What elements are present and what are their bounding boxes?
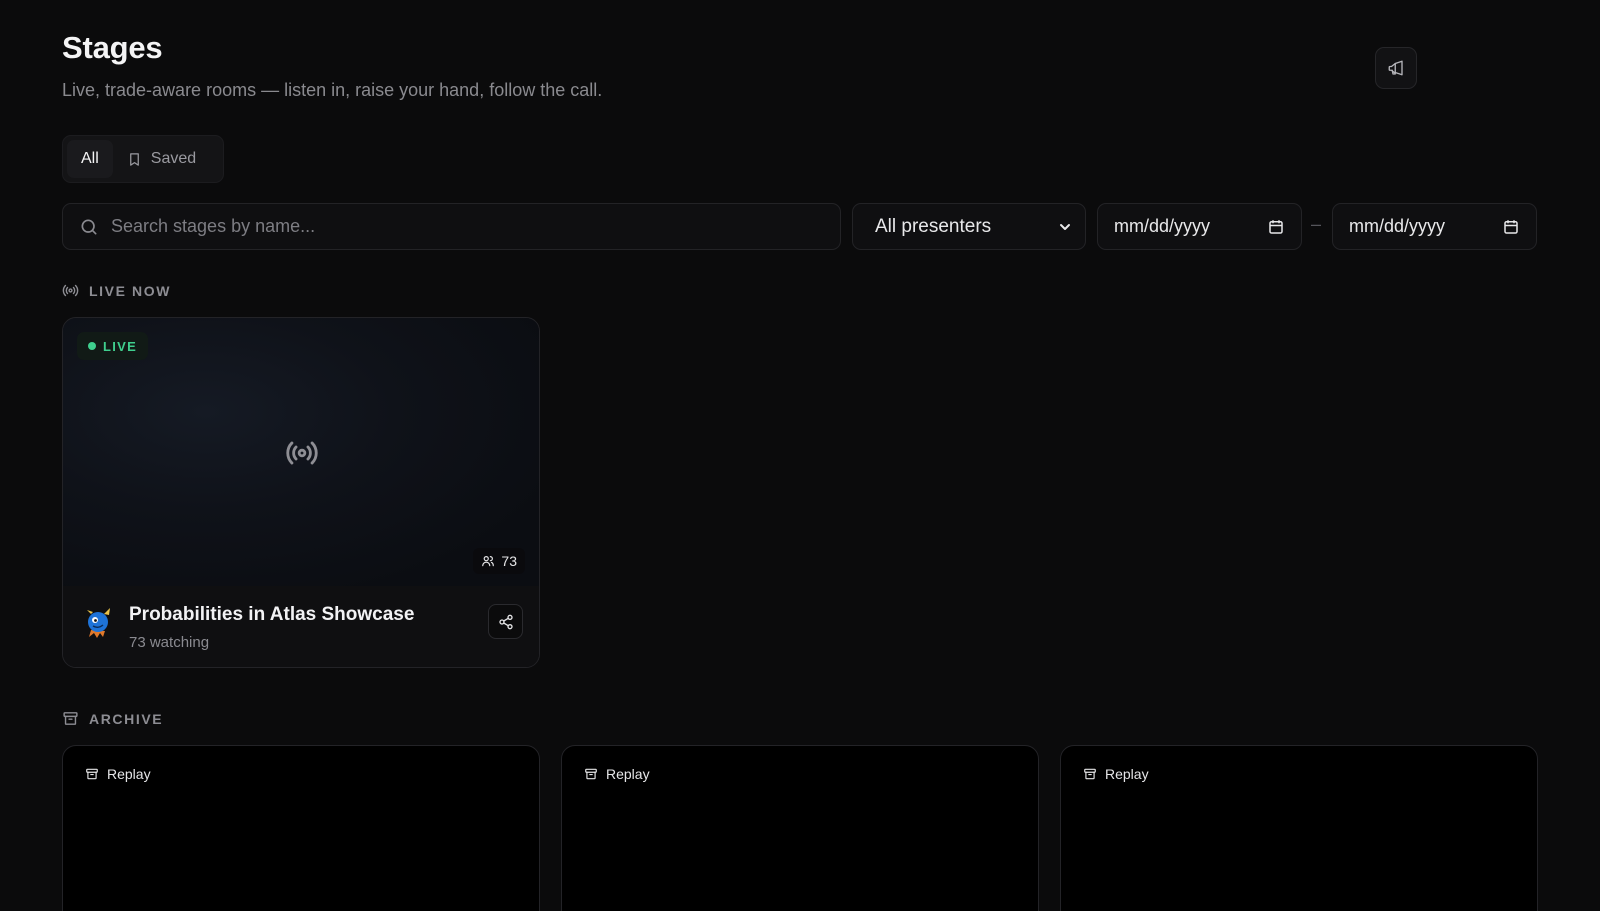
page-subtitle: Live, trade-aware rooms — listen in, rai… — [62, 80, 603, 100]
broadcast-icon — [62, 284, 79, 297]
archive-heading: ARCHIVE — [62, 710, 163, 727]
broadcast-icon — [286, 441, 318, 465]
tab-saved[interactable]: Saved — [113, 140, 210, 178]
megaphone-icon — [1388, 60, 1403, 76]
archive-stage-card[interactable]: Replay — [1060, 745, 1538, 911]
live-indicator-dot — [88, 342, 96, 350]
presenter-avatar — [87, 608, 110, 638]
presenter-select-value: All presenters — [875, 215, 992, 237]
viewer-count-badge: 73 — [473, 548, 525, 574]
archive-icon — [585, 768, 597, 780]
stage-title: Probabilities in Atlas Showcase — [129, 604, 415, 625]
stage-thumbnail: LIVE 73 — [63, 318, 539, 586]
archive-icon — [86, 768, 98, 780]
chevron-down-icon — [1060, 223, 1070, 230]
page-title: Stages — [62, 30, 163, 65]
stage-watching-count: 73 watching — [129, 634, 210, 651]
archive-stage-card[interactable]: Replay — [62, 745, 540, 911]
live-badge-label: LIVE — [103, 338, 138, 354]
users-icon — [482, 556, 495, 567]
live-now-label: LIVE NOW — [89, 282, 172, 299]
presenter-select[interactable]: All presenters — [852, 203, 1086, 250]
replay-label: Replay — [606, 766, 650, 782]
archive-label: ARCHIVE — [89, 710, 164, 727]
replay-label: Replay — [1105, 766, 1149, 782]
viewer-count: 73 — [501, 553, 517, 569]
archive-icon — [63, 712, 78, 725]
share-button[interactable] — [488, 604, 523, 639]
replay-badge: Replay — [584, 766, 650, 782]
replay-badge: Replay — [85, 766, 151, 782]
replay-label: Replay — [107, 766, 151, 782]
tab-all-label: All — [81, 150, 99, 167]
search-icon — [81, 219, 97, 234]
date-from-value: mm/dd/yyyy — [1114, 216, 1211, 236]
tab-all[interactable]: All — [67, 140, 113, 178]
tab-saved-label: Saved — [150, 150, 197, 167]
live-badge: LIVE — [77, 332, 149, 360]
stage-info: Probabilities in Atlas Showcase 73 watch… — [63, 586, 539, 667]
live-stage-card[interactable]: LIVE 73 Probabilities in Atlas Showcase … — [62, 317, 540, 668]
search-input[interactable] — [111, 216, 824, 237]
archive-icon — [1084, 768, 1096, 780]
stage-tabs: All Saved — [62, 135, 224, 183]
announcements-button[interactable] — [1375, 47, 1417, 89]
share-icon — [498, 614, 513, 629]
replay-badge: Replay — [1083, 766, 1149, 782]
stages-page: Stages Live, trade-aware rooms — listen … — [0, 0, 1600, 911]
date-to-value: mm/dd/yyyy — [1349, 216, 1446, 236]
date-range-separator: – — [1311, 214, 1322, 234]
date-to-input[interactable]: mm/dd/yyyy — [1332, 203, 1537, 250]
archive-stage-card[interactable]: Replay — [561, 745, 1039, 911]
live-now-heading: LIVE NOW — [62, 282, 171, 299]
search-field[interactable] — [62, 203, 841, 250]
calendar-icon[interactable] — [1502, 218, 1520, 236]
calendar-icon[interactable] — [1267, 218, 1285, 236]
date-from-input[interactable]: mm/dd/yyyy — [1097, 203, 1302, 250]
bookmark-icon — [129, 152, 139, 166]
